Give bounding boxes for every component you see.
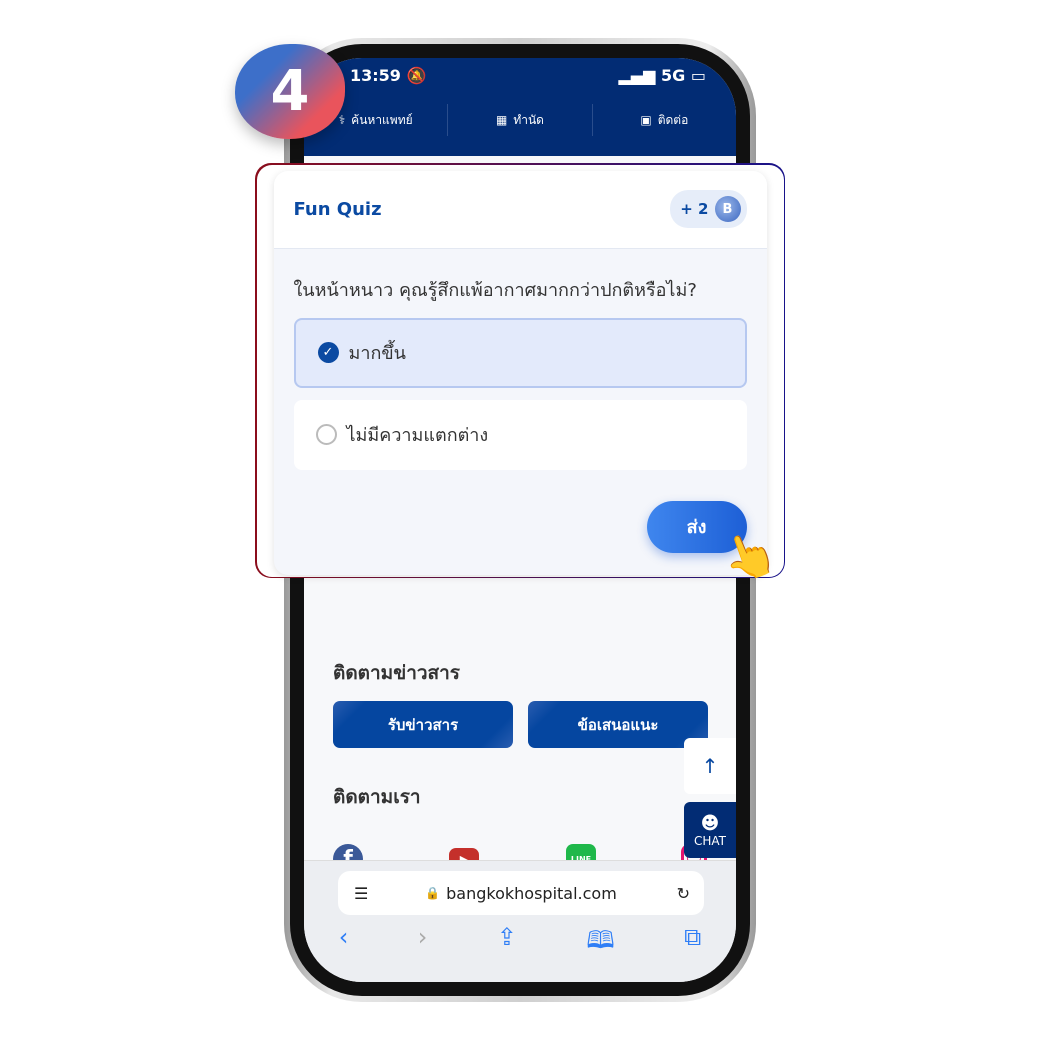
coin-icon: B: [714, 196, 741, 222]
top-bar: 13:59 🔕 ▂▄▆ 5G ▭ ⚕ ค้นหาแพทย์ ▦ ทำนัด ▣ ติด…: [304, 58, 736, 156]
suggest-button[interactable]: ข้อเสนอแนะ: [528, 701, 708, 748]
quiz-highlight: Fun Quiz + 2 B ในหน้าหนาว คุณรู้สึกแพ้อาก…: [255, 163, 785, 578]
share-icon[interactable]: ⇪: [497, 923, 517, 964]
calendar-icon: ▦: [495, 113, 508, 127]
arrow-up-icon: ↑: [701, 754, 719, 778]
option-more[interactable]: ✓ มากขึ้น: [293, 317, 747, 388]
tabs-icon[interactable]: ⧉: [684, 923, 701, 964]
subscribe-button[interactable]: รับข่าวสาร: [333, 701, 513, 748]
option-label: ไม่มีความแตกต่าง: [346, 425, 489, 446]
browser-toolbar: ☰ 🔒 bangkokhospital.com ↻ ‹ › ⇪ 🕮 ⧉: [304, 860, 736, 982]
step-badge: 4: [235, 44, 345, 139]
status-bar: 13:59 🔕 ▂▄▆ 5G ▭: [350, 66, 706, 85]
option-no-difference[interactable]: ไม่มีความแตกต่าง: [293, 399, 747, 470]
chat-label: CHAT: [693, 833, 726, 848]
url-text: bangkokhospital.com: [446, 883, 617, 903]
battery-icon: ▭: [690, 66, 706, 85]
quiz-question: ในหน้าหนาว คุณรู้สึกแพ้อากาศมากกว่าปกติห…: [293, 279, 697, 301]
scroll-top-button[interactable]: ↑: [684, 738, 736, 794]
reader-icon[interactable]: ☰: [354, 884, 368, 903]
news-title: ติดตามข่าวสาร: [333, 662, 461, 684]
quiz-title: Fun Quiz: [293, 198, 382, 220]
bell-off-icon: 🔕: [406, 66, 427, 85]
chat-button[interactable]: ☻ CHAT: [684, 802, 736, 858]
forward-icon[interactable]: ›: [418, 923, 428, 964]
nav-appointment[interactable]: ▦ ทำนัด: [448, 104, 593, 136]
points-badge: + 2 B: [670, 190, 747, 228]
nav-label: ทำนัด: [513, 112, 544, 127]
time: 13:59: [350, 66, 401, 85]
lock-icon: 🔒: [425, 886, 441, 900]
follow-title: ติดตามเรา: [333, 786, 421, 808]
points-value: + 2: [680, 200, 709, 218]
back-icon[interactable]: ‹: [339, 923, 349, 964]
nav-contact[interactable]: ▣ ติดต่อ: [593, 104, 736, 136]
nav-label: ติดต่อ: [657, 112, 689, 127]
chat-bubble-icon: ☻: [700, 812, 720, 834]
stethoscope-icon: ⚕: [338, 113, 346, 127]
network: 5G: [661, 66, 686, 85]
radio-icon: [315, 424, 337, 445]
signal-icon: ▂▄▆: [618, 66, 656, 85]
address-bar[interactable]: ☰ 🔒 bangkokhospital.com ↻: [338, 871, 704, 915]
reload-icon[interactable]: ↻: [677, 884, 690, 903]
option-label: มากขึ้น: [348, 343, 406, 364]
chat-icon: ▣: [640, 113, 652, 127]
quiz-card: Fun Quiz + 2 B ในหน้าหนาว คุณรู้สึกแพ้อาก…: [273, 170, 767, 575]
check-icon: ✓: [317, 342, 339, 363]
bookmarks-icon[interactable]: 🕮: [586, 923, 614, 964]
nav-label: ค้นหาแพทย์: [351, 112, 413, 127]
